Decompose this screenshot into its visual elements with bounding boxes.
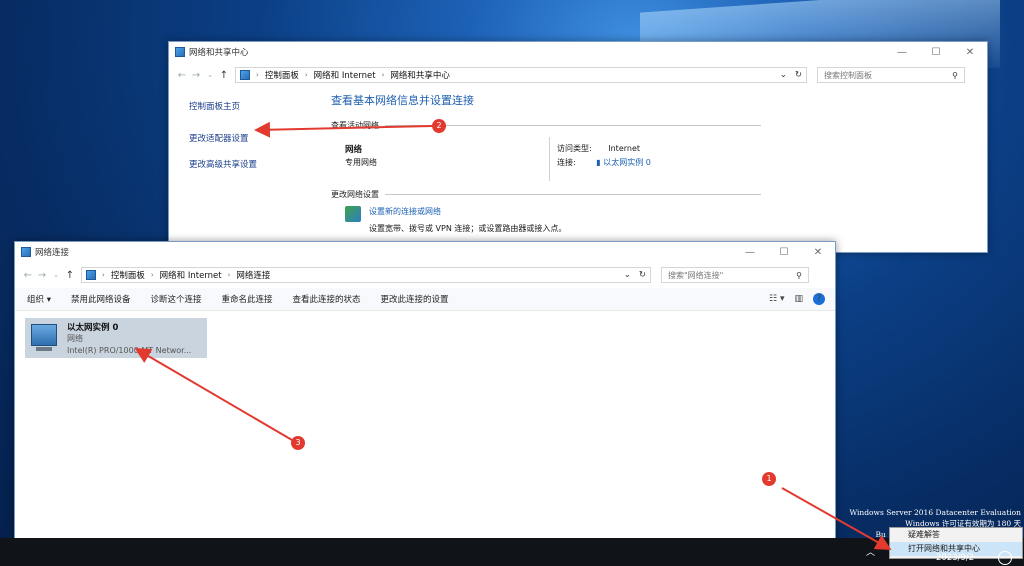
arrow-3 bbox=[134, 347, 293, 441]
marker-1: 1 bbox=[762, 472, 776, 486]
annotation-arrows bbox=[134, 121, 892, 550]
marker-3: 3 bbox=[291, 436, 305, 450]
marker-2: 2 bbox=[432, 119, 446, 133]
arrow-2 bbox=[254, 121, 433, 138]
arrow-1 bbox=[781, 487, 892, 550]
